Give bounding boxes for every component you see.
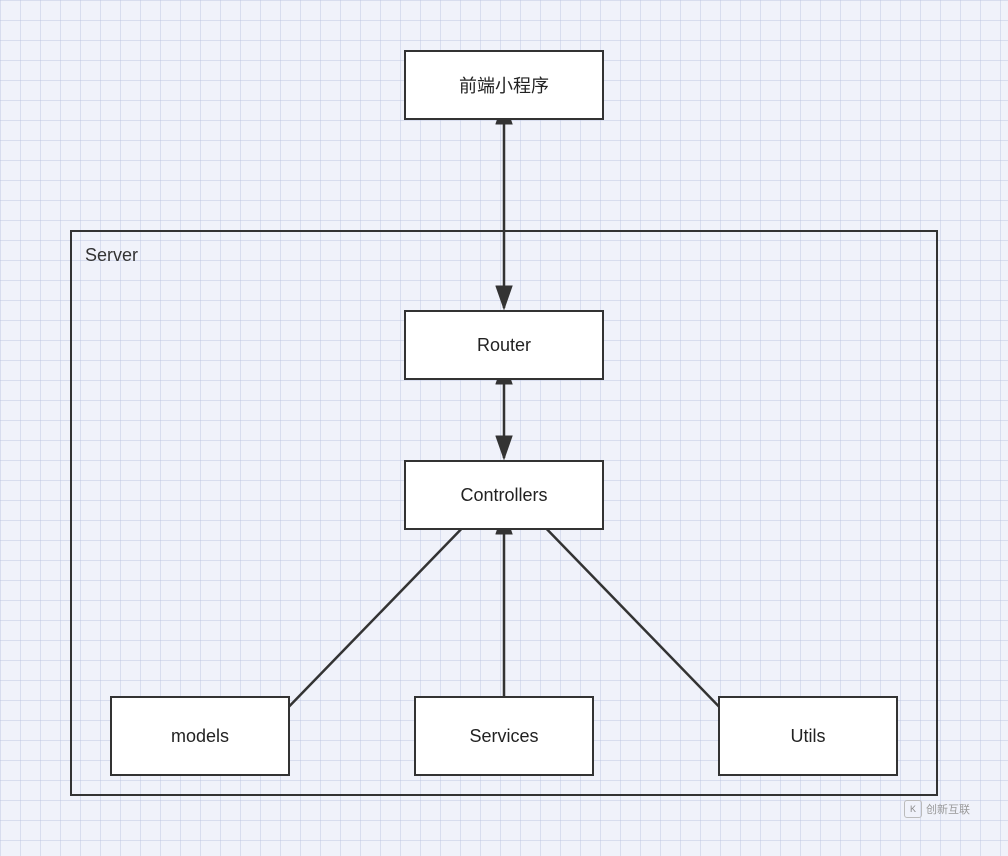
models-box: models xyxy=(110,696,290,776)
models-label: models xyxy=(171,726,229,747)
watermark: K 创新互联 xyxy=(904,800,970,818)
server-label: Server xyxy=(85,245,138,266)
watermark-icon: K xyxy=(904,800,922,818)
frontend-label: 前端小程序 xyxy=(459,72,549,98)
services-box: Services xyxy=(414,696,594,776)
router-label: Router xyxy=(477,335,531,356)
utils-label: Utils xyxy=(791,726,826,747)
services-label: Services xyxy=(469,726,538,747)
diagram-container: 前端小程序 Server Router Controllers models S… xyxy=(30,30,978,826)
frontend-box: 前端小程序 xyxy=(404,50,604,120)
controllers-label: Controllers xyxy=(460,485,547,506)
controllers-box: Controllers xyxy=(404,460,604,530)
watermark-text: 创新互联 xyxy=(926,801,970,817)
utils-box: Utils xyxy=(718,696,898,776)
router-box: Router xyxy=(404,310,604,380)
